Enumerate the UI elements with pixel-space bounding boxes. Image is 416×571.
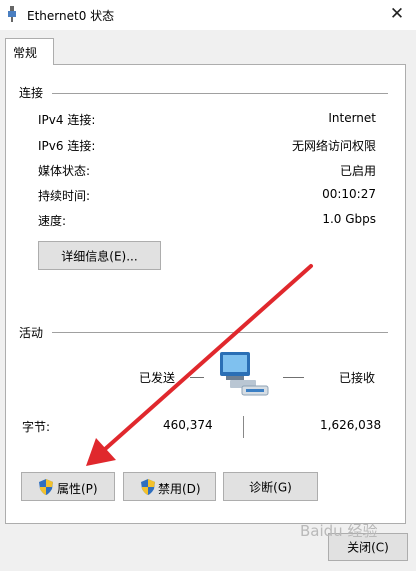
uac-shield-icon [39,479,53,495]
network-adapter-icon [8,6,16,22]
bytes-separator [243,416,244,438]
ipv6-label: IPv6 连接: [38,139,96,153]
disable-button[interactable]: 禁用(D) [123,472,216,501]
details-button[interactable]: 详细信息(E)... [38,241,161,270]
ipv4-value: Internet [328,111,376,125]
ipv6-value: 无网络访问权限 [291,139,376,153]
media-state-value: 已启用 [339,164,376,178]
diagnose-button-label: 诊断(G) [249,480,292,494]
window-close-button[interactable]: ✕ [378,0,416,30]
properties-button-label: 属性(P) [57,482,98,496]
speed-value: 1.0 Gbps [322,212,376,226]
properties-button[interactable]: 属性(P) [21,472,115,501]
uac-shield-icon [141,479,155,495]
diagnose-button[interactable]: 诊断(G) [223,472,318,501]
activity-heading: 活动 [19,326,44,340]
tab-panel-general [5,64,406,524]
activity-divider [52,332,388,333]
bytes-sent-value: 460,374 [163,418,213,432]
connection-heading: 连接 [19,86,44,100]
watermark: Baidu 经验 [300,522,378,540]
received-label: 已接收 [339,371,376,385]
received-dash [283,377,304,378]
media-state-label: 媒体状态: [38,164,91,178]
bytes-received-value: 1,626,038 [320,418,382,432]
window-title: Ethernet0 状态 [27,9,115,23]
bytes-label: 字节: [22,420,51,434]
connection-divider [52,93,388,94]
duration-label: 持续时间: [38,189,91,203]
sent-dash [190,377,204,378]
sent-label: 已发送 [139,371,176,385]
tab-general[interactable]: 常规 [5,38,54,65]
details-button-label: 详细信息(E)... [61,249,138,263]
network-computers-icon [220,352,269,396]
close-button-label: 关闭(C) [347,540,389,555]
disable-button-label: 禁用(D) [158,482,201,496]
tab-general-label: 常规 [13,46,38,60]
speed-label: 速度: [38,214,67,228]
duration-value: 00:10:27 [322,187,376,201]
ipv4-label: IPv4 连接: [38,113,96,127]
title-bar: Ethernet0 状态 ✕ [0,0,416,30]
